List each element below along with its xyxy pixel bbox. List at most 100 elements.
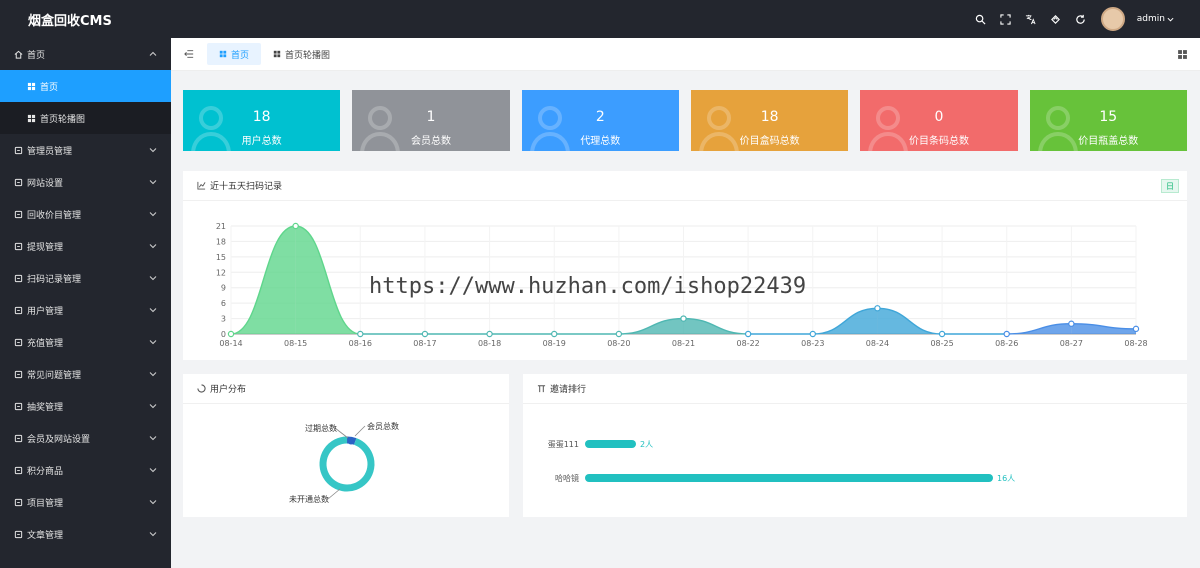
sidebar-item-label: 提现管理 xyxy=(27,242,64,253)
user-icon xyxy=(13,145,23,155)
bar-category-label: 蛋蛋111 xyxy=(547,440,579,449)
search-icon[interactable] xyxy=(974,13,987,26)
pie-label: 会员总数 xyxy=(367,421,399,431)
y-tick-label: 21 xyxy=(216,222,226,231)
user-name: admin xyxy=(1136,14,1165,24)
chevron-down-icon xyxy=(149,340,157,345)
grid-icon xyxy=(13,465,23,475)
chevron-down-icon xyxy=(149,180,157,185)
data-point xyxy=(1068,320,1075,327)
sidebar-item-12[interactable]: 项目管理 xyxy=(0,486,171,518)
stat-value: 15 xyxy=(1099,109,1118,125)
x-tick-label: 08-19 xyxy=(543,339,566,348)
translate-icon[interactable] xyxy=(1024,13,1037,26)
panel-header: 近十五天扫码记录 xyxy=(183,171,1187,201)
sidebar-item-7[interactable]: 充值管理 xyxy=(0,326,171,358)
bar-value-label: 2人 xyxy=(640,440,654,449)
chevron-down-icon xyxy=(149,212,157,217)
sidebar-subitem-carousel[interactable]: 首页轮播图 xyxy=(0,102,171,134)
theme-icon[interactable] xyxy=(1049,13,1062,26)
data-point xyxy=(615,330,623,338)
data-point xyxy=(421,330,429,338)
sidebar-item-label: 首页 xyxy=(40,82,59,93)
sidebar-item-13[interactable]: 文章管理 xyxy=(0,518,171,550)
stat-label: 价目条码总数 xyxy=(908,136,969,147)
chart-icon xyxy=(13,369,23,379)
bar xyxy=(585,440,636,448)
chevron-down-icon xyxy=(149,372,157,377)
stat-label: 代理总数 xyxy=(580,136,621,147)
stat-card: 18 价目盒码总数 xyxy=(690,90,849,151)
loading-icon xyxy=(197,384,206,393)
label-line xyxy=(354,425,366,437)
data-point xyxy=(744,330,752,338)
stat-value: 1 xyxy=(426,109,436,125)
user-distribution-panel: 用户分布 过期总数 会员总数 未开通总数 xyxy=(183,374,509,517)
sidebar-item-3[interactable]: 回收价目管理 xyxy=(0,198,171,230)
website-icon xyxy=(13,177,23,187)
sidebar-item-home[interactable]: 首页 xyxy=(0,38,171,70)
stat-value: 18 xyxy=(760,109,779,125)
bar-category-label: 哈哈镜 xyxy=(555,474,579,483)
sidebar-subitem-home[interactable]: 首页 xyxy=(0,70,171,102)
sidebar-item-8[interactable]: 常见问题管理 xyxy=(0,358,171,390)
sidebar-item-label: 首页 xyxy=(27,50,46,61)
stat-label: 会员总数 xyxy=(410,136,451,147)
sidebar-item-label: 管理员管理 xyxy=(27,146,73,157)
stat-card: 0 价目条码总数 xyxy=(860,90,1018,151)
sidebar-item-label: 文章管理 xyxy=(27,530,64,541)
sidebar-item-label: 常见问题管理 xyxy=(27,370,82,381)
stat-label: 价目瓶盖总数 xyxy=(1078,136,1139,147)
app-icon xyxy=(13,337,23,347)
panel-header: 邀请排行 xyxy=(523,374,1187,404)
leaf-icon xyxy=(13,209,23,219)
refresh-icon[interactable] xyxy=(1074,13,1087,26)
sidebar-item-label: 积分商品 xyxy=(27,466,64,477)
data-point xyxy=(809,330,816,338)
x-tick-label: 08-15 xyxy=(284,339,307,348)
x-tick-label: 08-26 xyxy=(995,339,1018,348)
sidebar-submenu: 首页 首页轮播图 xyxy=(0,70,171,134)
stat-card: 2 代理总数 xyxy=(521,90,679,151)
stat-label: 价目盒码总数 xyxy=(739,136,800,147)
sidebar-item-label: 首页轮播图 xyxy=(40,114,86,125)
avatar[interactable] xyxy=(1100,7,1125,31)
tab-label: 首页 xyxy=(231,50,250,61)
data-point xyxy=(874,305,881,312)
app-icon xyxy=(13,497,23,507)
sidebar-item-5[interactable]: 扫码记录管理 xyxy=(0,262,171,294)
stat-value: 18 xyxy=(252,109,271,125)
sidebar-item-9[interactable]: 抽奖管理 xyxy=(0,390,171,422)
user-menu[interactable]: admin xyxy=(1137,14,1174,24)
pie-slice xyxy=(319,436,375,492)
sidebar-menu-list: 管理员管理网站设置回收价目管理 提现管理扫码记录管理 用户管理 充值管理常见问题管理抽… xyxy=(0,134,171,550)
bar-value-label: 16人 xyxy=(997,474,1016,483)
x-tick-label: 08-23 xyxy=(801,339,824,348)
invite-ranking-panel: 邀请排行 蛋蛋111 2人哈哈镜 16人 xyxy=(523,374,1187,517)
data-point xyxy=(292,222,299,230)
x-tick-label: 08-14 xyxy=(219,339,242,348)
sidebar-item-1[interactable]: 管理员管理 xyxy=(0,134,171,166)
sidebar-item-4[interactable]: 提现管理 xyxy=(0,230,171,262)
sidebar-item-6[interactable]: 用户管理 xyxy=(0,294,171,326)
chart-icon xyxy=(13,273,23,283)
label-line xyxy=(327,488,341,500)
stat-cards: 18 用户总数 1 会员总数 2 代理总数 18 价目盒码总数 0 价目条码总数 15 价目瓶盖总数 xyxy=(183,90,1187,151)
x-tick-label: 08-17 xyxy=(413,339,436,348)
sidebar-item-2[interactable]: 网站设置 xyxy=(0,166,171,198)
tab-carousel[interactable]: 首页轮播图 xyxy=(261,43,342,65)
chevron-up-icon xyxy=(149,51,157,56)
tab-home[interactable]: 首页 xyxy=(207,43,262,65)
sidebar-item-label: 回收价目管理 xyxy=(27,210,82,221)
x-tick-label: 08-22 xyxy=(737,339,760,348)
fullscreen-icon[interactable] xyxy=(999,13,1012,26)
x-tick-label: 08-25 xyxy=(930,339,953,348)
data-point xyxy=(1132,325,1140,333)
invite-bar-chart: 蛋蛋111 2人哈哈镜 16人 xyxy=(523,404,1187,517)
user-donut-chart: 过期总数 会员总数未开通总数 xyxy=(289,421,399,504)
sidebar-item-11[interactable]: 积分商品 xyxy=(0,454,171,486)
tab-menu-icon[interactable] xyxy=(1177,49,1188,60)
sidebar-item-10[interactable]: 会员及网站设置 xyxy=(0,422,171,454)
fold-sidebar-icon[interactable] xyxy=(171,49,207,59)
day-toggle-button[interactable]: 日 xyxy=(1161,179,1179,193)
